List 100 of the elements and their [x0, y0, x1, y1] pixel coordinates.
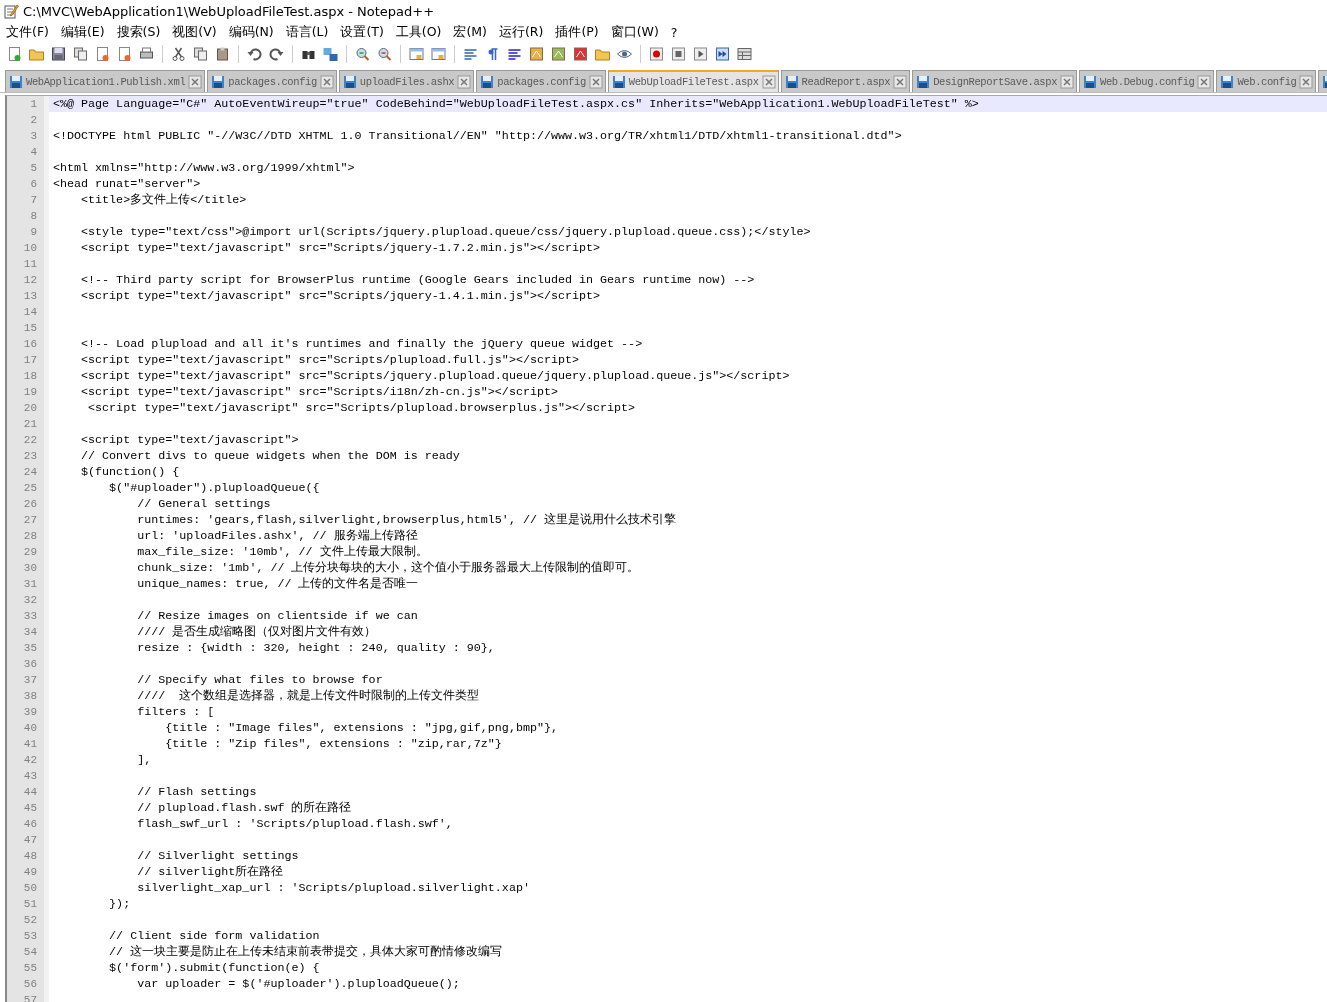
- code-line: $("#uploader").pluploadQueue({: [108, 480, 321, 496]
- line-number: 55: [7, 960, 49, 976]
- file-tab[interactable]: packages.config: [207, 70, 337, 92]
- code-line: // Client side form validation: [108, 928, 321, 944]
- file-tab[interactable]: Web.config: [1216, 70, 1317, 92]
- code-line: //// 是否生成缩略图（仅对图片文件有效）: [136, 624, 378, 640]
- code-line: {title : "Image files", extensions : "jpg,gif,png,bmp"},: [164, 720, 559, 736]
- file-tab[interactable]: WebUploadFileTest.aspx: [607, 70, 779, 92]
- line-number: 34: [7, 624, 49, 640]
- line-number: 40: [7, 720, 49, 736]
- code-line: ],: [136, 752, 153, 768]
- code-line: <script type="text/javascript">: [80, 432, 300, 448]
- code-line: // Convert divs to queue widgets when the DOM is ready: [80, 448, 461, 464]
- close-icon[interactable]: [761, 75, 776, 89]
- code-line: // Resize images on clientside if we can: [136, 608, 419, 624]
- code-line: max_file_size: '10mb', // 文件上传最大限制。: [136, 544, 429, 560]
- line-number: 48: [7, 848, 49, 864]
- code-line: <script type="text/javascript" src="Scripts/jquery-1.7.2.min.js"></script>: [80, 240, 602, 256]
- line-number: 46: [7, 816, 49, 832]
- line-number: 10: [7, 240, 49, 256]
- close-icon[interactable]: [319, 74, 334, 89]
- file-tab[interactable]: DesignReportSave.aspx: [912, 70, 1078, 92]
- window-icon[interactable]: [406, 46, 427, 62]
- code-line: // Flash settings: [136, 784, 258, 800]
- menu-item[interactable]: 文件(F): [0, 23, 55, 41]
- code-line: flash_swf_url : 'Scripts/plupload.flash.swf',: [136, 816, 454, 832]
- menu-item[interactable]: 编码(N): [222, 23, 280, 41]
- line-number: 19: [7, 384, 49, 400]
- code-line: <head runat="server">: [52, 176, 202, 192]
- grid-icon[interactable]: [734, 46, 755, 62]
- line-number: 41: [7, 736, 49, 752]
- close-icon[interactable]: [1299, 74, 1314, 89]
- line-number: 5: [7, 160, 49, 176]
- close-icon[interactable]: [893, 74, 908, 89]
- file-tab[interactable]: uploadFiles.ashx: [338, 70, 475, 92]
- line-number: 38: [7, 688, 49, 704]
- folder-icon[interactable]: [592, 46, 613, 62]
- menu-item[interactable]: 运行(R): [493, 23, 550, 41]
- menu-item[interactable]: 设置(T): [334, 23, 390, 41]
- line-number: 47: [7, 832, 49, 848]
- menu-item[interactable]: 编辑(E): [54, 23, 111, 41]
- line-number: 42: [7, 752, 49, 768]
- line-number: 54: [7, 944, 49, 960]
- file-tab[interactable]: Web.Debug.config: [1079, 70, 1215, 92]
- line-number: 23: [7, 448, 49, 464]
- line-number: 21: [7, 416, 49, 432]
- line-number: 22: [7, 432, 49, 448]
- close-icon[interactable]: [588, 74, 603, 89]
- code-line: runtimes: 'gears,flash,silverlight,browserplus,html5', // 这里是说用什么技术引擎: [136, 512, 677, 528]
- menu-item[interactable]: 搜索(S): [110, 23, 167, 41]
- close-icon[interactable]: [457, 74, 472, 89]
- line-number: 31: [7, 576, 49, 592]
- menu-item[interactable]: 语言(L): [279, 23, 335, 41]
- line-number: 9: [7, 224, 49, 240]
- line-number: 49: [7, 864, 49, 880]
- close-icon[interactable]: [1060, 74, 1075, 89]
- code-line: // General settings: [136, 496, 272, 512]
- line-number: 39: [7, 704, 49, 720]
- code-line: <html xmlns="http://www.w3.org/1999/xhtml">: [52, 160, 356, 176]
- code-line: filters : [: [136, 704, 216, 720]
- window-icon[interactable]: [428, 46, 449, 62]
- line-number: 24: [7, 464, 49, 480]
- line-number: 11: [7, 256, 49, 272]
- code-line: //// 这个数组是选择器，就是上传文件时限制的上传文件类型: [136, 688, 481, 704]
- menu-item[interactable]: ?: [664, 24, 684, 40]
- code-line: {title : "Zip files", extensions : "zip,rar,7z"}: [164, 736, 503, 752]
- line-number: 2: [7, 112, 49, 128]
- code-line: <script type="text/javascript" src="Scripts/jquery.plupload.queue/jquery.plupload.queue.js"></script>: [80, 368, 791, 384]
- line-number: 26: [7, 496, 49, 512]
- menu-item[interactable]: 插件(P): [549, 23, 605, 41]
- line-number: 45: [7, 800, 49, 816]
- code-line: // Specify what files to browse for: [136, 672, 384, 688]
- close-icon[interactable]: [188, 74, 203, 89]
- line-number: 17: [7, 352, 49, 368]
- code-line: // silverlight所在路径: [136, 864, 285, 880]
- line-number: 44: [7, 784, 49, 800]
- menu-item[interactable]: 窗口(W): [604, 23, 665, 41]
- line-number: 43: [7, 768, 49, 784]
- file-tab[interactable]: WebApplication1.Publish.xml: [5, 70, 206, 92]
- line-number: 1: [7, 96, 49, 112]
- line-number: 30: [7, 560, 49, 576]
- line-number: 32: [7, 592, 49, 608]
- code-line: <!-- Third party script for BrowserPlus runtime (Google Gears included in Gears runtime now) -->: [80, 272, 756, 288]
- code-line: // plupload.flash.swf 的所在路径: [136, 800, 353, 816]
- menu-item[interactable]: 视图(V): [166, 23, 223, 41]
- line-number: 15: [7, 320, 49, 336]
- line-number: 56: [7, 976, 49, 992]
- close-icon[interactable]: [1197, 74, 1212, 89]
- file-tab[interactable]: ReadReport.aspx: [780, 70, 911, 92]
- line-number: 18: [7, 368, 49, 384]
- code-line: <!DOCTYPE html PUBLIC "-//W3C//DTD XHTML 1.0 Transitional//EN" "http://www.w3.org/TR/xhtml1/DTD/xhtml1-transitional.dtd">: [52, 128, 903, 144]
- menu-item[interactable]: 工具(O): [389, 23, 448, 41]
- code-line: <title>多文件上传</title>: [80, 192, 248, 208]
- code-line: $(function() {: [80, 464, 181, 480]
- file-tab[interactable]: packages.config: [476, 70, 606, 92]
- line-number: 7: [7, 192, 49, 208]
- menu-item[interactable]: 宏(M): [447, 23, 493, 41]
- line-number: 50: [7, 880, 49, 896]
- code-line: <script type="text/javascript" src="Scripts/plupload.browserplus.js"></script>: [87, 400, 637, 416]
- code-line: <style type="text/css">@import url(Scripts/jquery.plupload.queue/css/jquery.plupload.queue.css);</style>: [80, 224, 812, 240]
